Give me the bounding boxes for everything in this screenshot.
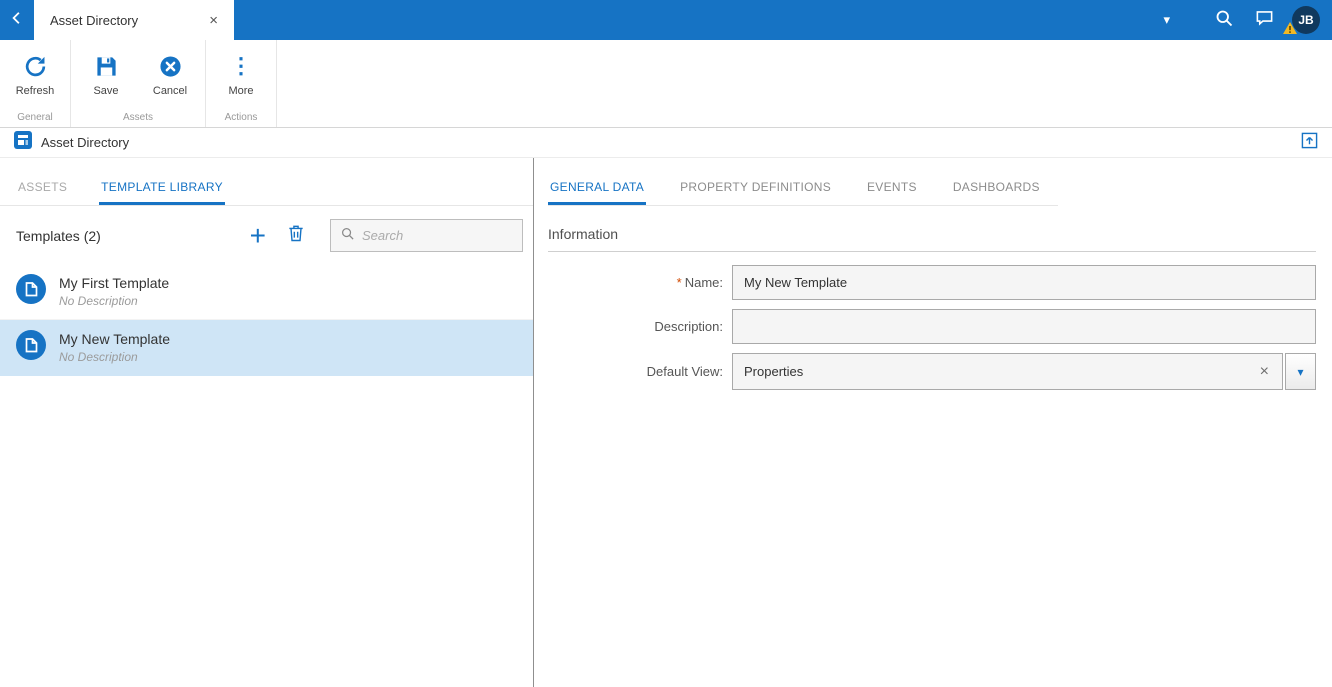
description-row: Description: — [548, 309, 1316, 344]
chevron-down-icon[interactable]: ▾ — [1153, 6, 1180, 34]
avatar-initials: JB — [1298, 13, 1314, 27]
cancel-icon — [159, 52, 182, 80]
app-window: Asset Directory × ▾ JB Refresh General S… — [0, 0, 1332, 687]
default-view-dropdown-button[interactable]: ▾ — [1285, 353, 1316, 390]
chevron-left-icon — [8, 9, 26, 32]
template-detail-panel: GENERAL DATA PROPERTY DEFINITIONS EVENTS… — [534, 158, 1332, 687]
tab-general-data[interactable]: GENERAL DATA — [548, 171, 647, 205]
list-item-my-first-template[interactable]: My First Template No Description — [0, 264, 533, 320]
ribbon-group-assets: Save Cancel Assets — [71, 40, 206, 127]
refresh-label: Refresh — [15, 85, 55, 97]
save-button[interactable]: Save — [74, 50, 138, 97]
template-title: My New Template — [59, 331, 171, 347]
top-bar-actions: ▾ JB — [1153, 0, 1332, 40]
search-icon — [1214, 8, 1234, 33]
tab-property-definitions[interactable]: PROPERTY DEFINITIONS — [678, 171, 833, 205]
section-title: Information — [548, 226, 619, 242]
template-description: No Description — [59, 350, 138, 364]
add-template-button[interactable]: + — [244, 221, 272, 249]
cancel-button[interactable]: Cancel — [138, 50, 202, 97]
name-row: * Name: — [548, 265, 1316, 300]
list-item-my-new-template[interactable]: My New Template No Description — [0, 320, 533, 376]
trash-icon — [286, 222, 306, 249]
search-input[interactable] — [362, 228, 513, 243]
save-icon — [95, 52, 118, 80]
default-view-label: Default View: — [646, 364, 723, 379]
templates-count: Templates (2) — [16, 227, 101, 244]
template-library-panel: ASSETS TEMPLATE LIBRARY Templates (2) + — [0, 158, 534, 687]
chevron-down-icon: ▾ — [1297, 364, 1304, 379]
ribbon-group-general: Refresh General — [0, 40, 71, 127]
refresh-icon — [23, 52, 48, 80]
section-divider — [548, 251, 1316, 252]
close-icon[interactable]: × — [205, 10, 222, 31]
required-marker: * — [676, 275, 682, 290]
ribbon-group-label-general: General — [17, 112, 53, 123]
ribbon-toolbar: Refresh General Save Cancel Assets ⋮ Mor… — [0, 40, 1332, 128]
delete-template-button[interactable] — [286, 222, 306, 249]
ribbon-group-actions: ⋮ More Actions — [206, 40, 277, 127]
back-button[interactable] — [0, 0, 34, 40]
document-tab-title: Asset Directory — [50, 12, 139, 28]
detail-tabs: GENERAL DATA PROPERTY DEFINITIONS EVENTS… — [548, 171, 1058, 206]
page-title-bar: Asset Directory — [0, 128, 1332, 158]
save-label: Save — [93, 85, 119, 97]
plus-icon: + — [249, 219, 266, 251]
main-content: ASSETS TEMPLATE LIBRARY Templates (2) + — [0, 158, 1332, 687]
cancel-label: Cancel — [152, 85, 188, 97]
default-view-field[interactable]: Properties × — [732, 353, 1283, 390]
search-icon — [340, 226, 355, 246]
expand-panel-button[interactable] — [1301, 132, 1318, 154]
search-button[interactable] — [1204, 0, 1244, 40]
feedback-button[interactable] — [1244, 0, 1284, 40]
top-bar: Asset Directory × ▾ JB — [0, 0, 1332, 40]
more-button[interactable]: ⋮ More — [209, 50, 273, 98]
template-icon — [16, 274, 46, 309]
open-in-window-icon — [1301, 132, 1318, 154]
tab-assets[interactable]: ASSETS — [16, 171, 69, 205]
default-view-value: Properties — [744, 364, 804, 379]
template-search-box — [330, 219, 523, 252]
template-icon — [16, 330, 46, 365]
more-label: More — [228, 85, 254, 97]
ribbon-group-label-assets: Assets — [122, 112, 153, 123]
clear-icon[interactable]: × — [1254, 363, 1275, 381]
information-section: Information *Name: Description: Default … — [534, 206, 1332, 390]
default-view-combobox: Properties × ▾ — [732, 353, 1316, 390]
tab-template-library[interactable]: TEMPLATE LIBRARY — [99, 171, 225, 205]
left-panel-tabs: ASSETS TEMPLATE LIBRARY — [0, 171, 533, 206]
template-title: My First Template — [59, 275, 170, 291]
page-title: Asset Directory — [41, 135, 130, 150]
tab-dashboards[interactable]: DASHBOARDS — [951, 171, 1042, 205]
name-label: * Name: — [676, 275, 723, 290]
ribbon-group-label-actions: Actions — [224, 112, 258, 123]
description-field[interactable] — [732, 309, 1316, 344]
default-view-row: Default View: Properties × ▾ — [548, 353, 1316, 390]
document-tab-asset-directory[interactable]: Asset Directory × — [34, 0, 234, 40]
refresh-button[interactable]: Refresh — [3, 50, 67, 97]
template-list-toolbar: Templates (2) + — [0, 206, 533, 264]
more-icon: ⋮ — [230, 53, 252, 78]
template-list: My First Template No Description My New … — [0, 264, 533, 376]
chat-icon — [1254, 8, 1275, 32]
template-description: No Description — [59, 294, 138, 308]
tab-events[interactable]: EVENTS — [865, 171, 919, 205]
general-data-form: *Name: Description: Default View: Proper… — [548, 265, 1316, 390]
warning-icon — [1283, 22, 1297, 37]
description-label: Description: — [654, 319, 723, 334]
name-field[interactable] — [732, 265, 1316, 300]
user-avatar[interactable]: JB — [1283, 6, 1320, 34]
app-icon — [14, 131, 32, 154]
